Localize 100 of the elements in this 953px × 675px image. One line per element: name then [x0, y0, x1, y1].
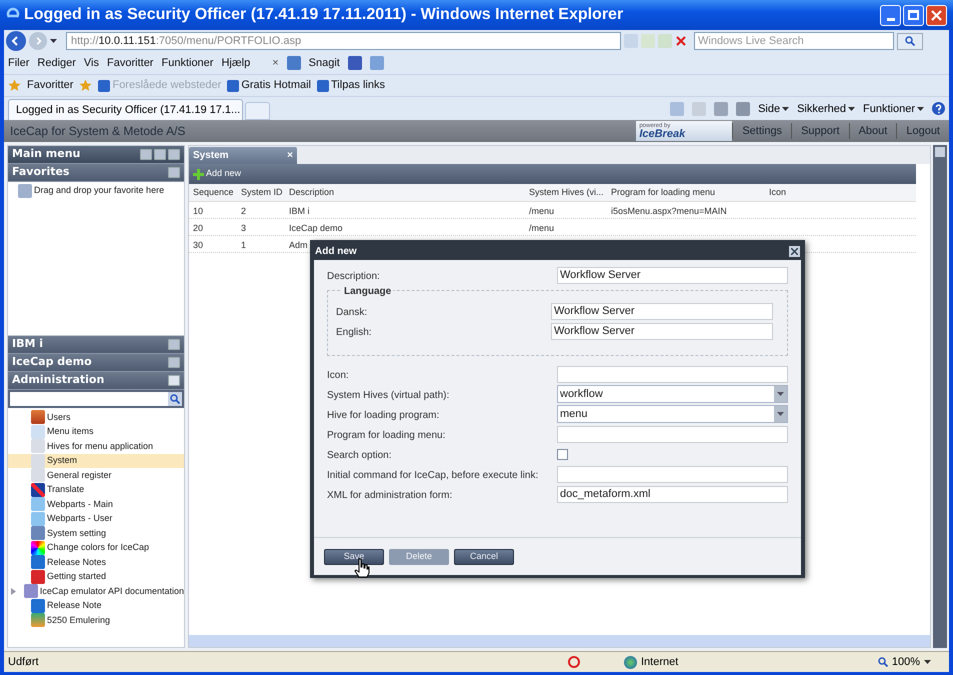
menu-item[interactable]: Funktioner [161, 54, 214, 72]
browser-tab[interactable]: Logged in as Security Officer (17.41.19 17.1... [8, 99, 243, 120]
caret-icon [848, 106, 856, 111]
maximize-button[interactable] [903, 4, 924, 26]
add-favorite-icon[interactable] [79, 79, 92, 92]
menu-item[interactable]: Rediger [37, 54, 76, 72]
favorites-link[interactable]: Tilpas links [317, 77, 385, 94]
table-cell: /menu [529, 223, 554, 233]
panel-header[interactable]: Administration [8, 372, 184, 390]
menu-item[interactable]: General register [8, 468, 184, 482]
panel-toggle-button[interactable] [168, 357, 180, 368]
favorites-button[interactable]: Favoritter [27, 77, 74, 94]
table-cell: 2 [241, 206, 246, 216]
minimize-button[interactable] [880, 4, 901, 26]
settings-button[interactable] [168, 149, 180, 160]
menu-item[interactable]: Menu items [8, 424, 184, 439]
field-label: Hive for loading program: [327, 410, 440, 421]
collapsed-panel[interactable] [933, 145, 947, 648]
panel-toggle-button[interactable] [168, 339, 180, 350]
menu-item[interactable]: Favoritter [107, 54, 154, 72]
menu-item[interactable]: 5250 Emulering [8, 613, 184, 628]
expand-arrow-icon[interactable] [11, 588, 16, 595]
panel-title: IBM i [12, 336, 44, 352]
dialog-button[interactable]: Save [324, 548, 384, 564]
panel-toggle-button[interactable] [168, 375, 180, 386]
column-header[interactable]: System ID [237, 186, 285, 200]
panel-header[interactable]: Main menu [8, 146, 184, 164]
add-new-button[interactable]: Add new [193, 167, 242, 181]
search-button[interactable] [168, 392, 182, 406]
menu-item[interactable]: IceCap emulator API documentation [8, 584, 184, 598]
menu-item[interactable]: System setting [8, 526, 184, 540]
column-header[interactable]: Description [285, 186, 525, 200]
address-field[interactable]: http://10.0.11.151:7050/menu/PORTFOLIO.asp [66, 32, 621, 50]
text-field[interactable]: Workflow Server [551, 302, 773, 320]
header-link[interactable]: About [848, 122, 896, 140]
text-field[interactable]: Workflow Server [551, 322, 773, 340]
header-link[interactable]: Logout [896, 122, 949, 140]
window-title: Logged in as Security Officer (17.41.19 17.11.2011) - Windows Internet Explorer [24, 5, 624, 25]
panel-header[interactable]: IceCap demo [8, 354, 184, 372]
command-menu[interactable]: Side [758, 100, 790, 117]
close-button[interactable] [789, 246, 800, 256]
field-label: Initial command for IceCap, before execute link: [327, 470, 538, 481]
menu-item[interactable]: System [8, 454, 184, 468]
command-menu[interactable]: Funktioner [863, 100, 924, 117]
star-icon[interactable] [8, 79, 21, 92]
favorites-link[interactable]: Gratis Hotmail [227, 77, 311, 94]
text-field[interactable] [557, 426, 788, 442]
menu-item[interactable]: Users [8, 410, 184, 424]
content-tab[interactable]: System × [189, 147, 297, 164]
column-header[interactable]: Program for loading menu [607, 186, 765, 200]
new-tab-button[interactable] [245, 102, 270, 120]
close-button[interactable] [926, 4, 947, 26]
zoom-button[interactable]: 100% [878, 654, 931, 670]
dropdown[interactable]: workflow [557, 385, 788, 403]
menu-item[interactable]: Translate [8, 482, 184, 497]
panel-header[interactable]: Favorites [8, 164, 184, 182]
panel-toggle-button[interactable] [168, 167, 180, 178]
menu-item[interactable]: Filer [8, 54, 30, 72]
search-button[interactable] [897, 32, 923, 50]
back-button[interactable] [6, 31, 26, 51]
text-field[interactable]: doc_metaform.xml [557, 486, 788, 502]
caret-icon [777, 412, 784, 416]
field-label: Search option: [327, 450, 392, 461]
panel-title: Main menu [12, 146, 80, 162]
dialog-title: Add new [315, 244, 357, 258]
close-tab-button[interactable]: × [287, 150, 293, 160]
header-link[interactable]: Settings [732, 122, 792, 140]
help-icon[interactable] [932, 102, 945, 116]
checkbox[interactable] [557, 448, 568, 460]
search-icon [170, 394, 180, 404]
refresh-button[interactable] [154, 149, 166, 160]
table-cell: 3 [241, 223, 246, 233]
text-field[interactable]: Workflow Server [557, 266, 788, 284]
dropdown[interactable]: menu [557, 405, 788, 423]
text-field[interactable] [557, 466, 788, 482]
menu-item[interactable]: Release Notes [8, 555, 184, 570]
stop-icon[interactable] [675, 35, 687, 47]
menu-item[interactable]: Change colors for IceCap [8, 540, 184, 555]
caret-icon [782, 106, 790, 111]
column-header[interactable]: Sequence [189, 186, 237, 200]
menu-item[interactable]: Release Note [8, 598, 184, 613]
snagit-button[interactable]: Snagit [308, 54, 340, 72]
collapse-button[interactable] [140, 149, 152, 160]
menu-item[interactable]: Hives for menu application [8, 439, 184, 454]
column-header[interactable]: Icon [765, 186, 825, 200]
menu-item[interactable]: Getting started [8, 570, 184, 584]
column-header[interactable]: System Hives (vi... [525, 186, 607, 200]
menu-search-field[interactable] [10, 392, 168, 406]
dialog-button[interactable]: Cancel [454, 548, 514, 564]
command-menu[interactable]: Sikkerhed [797, 100, 856, 117]
text-field[interactable] [557, 366, 788, 382]
menu-item[interactable]: Vis [84, 54, 100, 72]
horizontal-scrollbar[interactable] [189, 635, 930, 647]
menu-item[interactable]: Hjælp [221, 54, 250, 72]
menu-item[interactable]: Webparts - Main [8, 497, 184, 512]
header-link[interactable]: Support [791, 122, 849, 140]
menu-item[interactable]: Webparts - User [8, 512, 184, 526]
panel-header[interactable]: IBM i [8, 336, 184, 354]
table-cell: IceCap demo [289, 223, 343, 233]
close-toolbar-button[interactable]: × [272, 54, 279, 72]
